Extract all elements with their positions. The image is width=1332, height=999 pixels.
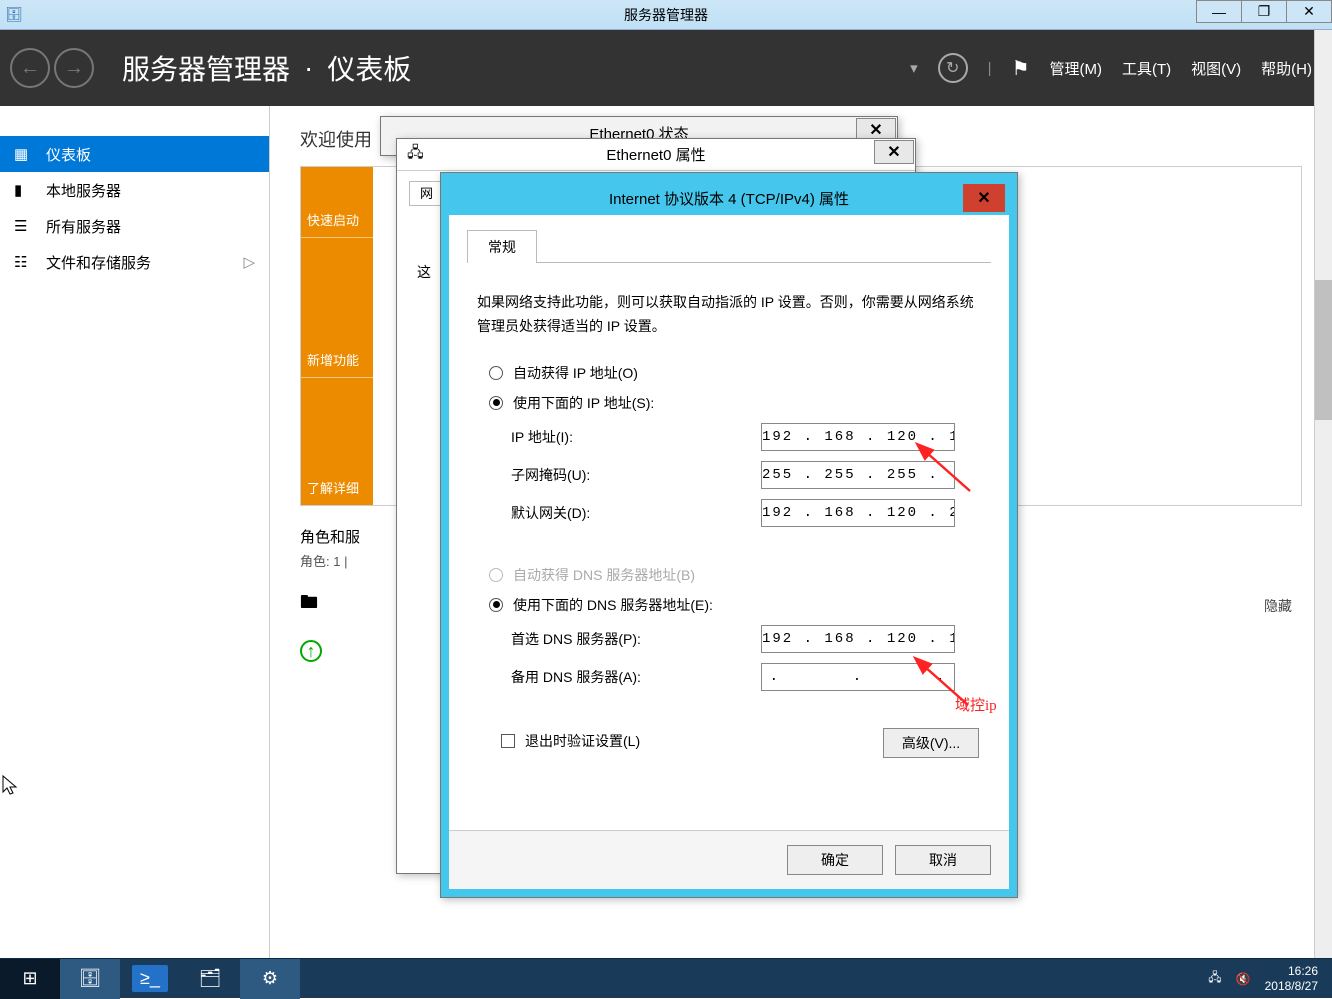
breadcrumb-separator: · [304, 52, 313, 84]
header-actions: ▾ ↻ | ⚑ 管理(M) 工具(T) 视图(V) 帮助(H) [910, 53, 1332, 83]
dashboard-icon: ▦ [14, 145, 34, 163]
nav-back-icon[interactable]: ← [10, 48, 50, 88]
close-icon[interactable]: ✕ [963, 184, 1005, 212]
subnet-mask-input[interactable] [761, 461, 955, 489]
sidebar: ▦ 仪表板 ▮ 本地服务器 ☰ 所有服务器 ☷ 文件和存储服务 ▷ [0, 106, 270, 958]
field-dns2: 备用 DNS 服务器(A): [511, 663, 991, 691]
dialog-title: 🖧 Ethernet0 属性 ✕ [397, 139, 915, 171]
hide-link[interactable]: 隐藏 [1264, 596, 1292, 616]
ok-button[interactable]: 确定 [787, 845, 883, 875]
menu-view[interactable]: 视图(V) [1191, 58, 1241, 79]
breadcrumb-app: 服务器管理器 [122, 48, 290, 88]
tab-bar: 常规 [467, 229, 991, 263]
app-header: ← → 服务器管理器 · 仪表板 ▾ ↻ | ⚑ 管理(M) 工具(T) 视图(… [0, 30, 1332, 106]
sidebar-item-file-storage[interactable]: ☷ 文件和存储服务 ▷ [0, 244, 269, 280]
close-icon[interactable]: ✕ [874, 140, 914, 164]
breadcrumb: 服务器管理器 · 仪表板 [122, 48, 411, 88]
radio-icon [489, 598, 503, 612]
ip-address-input[interactable] [761, 423, 955, 451]
radio-icon [489, 396, 503, 410]
dialog-title[interactable]: Internet 协议版本 4 (TCP/IPv4) 属性 ✕ [449, 181, 1009, 215]
cancel-button[interactable]: 取消 [895, 845, 991, 875]
radio-dns-auto: 自动获得 DNS 服务器地址(B) [489, 565, 991, 585]
advanced-button[interactable]: 高级(V)... [883, 728, 979, 758]
menu-tools[interactable]: 工具(T) [1122, 58, 1171, 79]
checkbox-icon[interactable] [501, 734, 515, 748]
storage-icon: ☷ [14, 253, 34, 271]
adapter-icon: 🖧 [407, 142, 424, 167]
field-ip: IP 地址(I): [511, 423, 991, 451]
radio-icon [489, 568, 503, 582]
minimize-button[interactable]: — [1196, 0, 1242, 23]
window-title: 服务器管理器 [624, 5, 708, 25]
taskbar: ⊞ 🗄 ≥_ 🗂 ⚙ 🖧 🔇 16:26 2018/8/27 [0, 958, 1332, 998]
tile-quickstart[interactable]: 快速启动 [301, 167, 373, 237]
sidebar-item-all-servers[interactable]: ☰ 所有服务器 [0, 208, 269, 244]
nav-forward-icon[interactable]: → [54, 48, 94, 88]
sidebar-item-local-server[interactable]: ▮ 本地服务器 [0, 172, 269, 208]
system-tray: 🖧 🔇 16:26 2018/8/27 [1208, 964, 1332, 993]
separator-icon: | [988, 60, 992, 77]
dialog-ipv4-properties: Internet 协议版本 4 (TCP/IPv4) 属性 ✕ 常规 如果网络支… [440, 172, 1018, 898]
refresh-icon[interactable]: ↻ [938, 53, 968, 83]
up-arrow-icon: ↑ [300, 640, 322, 662]
tile-new-features[interactable]: 新增功能 [301, 237, 373, 377]
description-text: 如果网络支持此功能，则可以获取自动指派的 IP 设置。否则，你需要从网络系统管理… [477, 291, 981, 339]
tray-sound-icon[interactable]: 🔇 [1236, 972, 1251, 986]
field-dns1: 首选 DNS 服务器(P): [511, 625, 991, 653]
sidebar-item-label: 文件和存储服务 [46, 252, 151, 273]
app-icon: 🗄 [0, 1, 28, 29]
taskbar-explorer[interactable]: 🗂 [180, 959, 240, 999]
taskbar-powershell[interactable]: ≥_ [120, 959, 180, 999]
cursor-icon [1, 774, 21, 798]
menu-manage[interactable]: 管理(M) [1050, 58, 1103, 79]
alt-dns-input[interactable] [761, 663, 955, 691]
field-gateway: 默认网关(D): [511, 499, 991, 527]
dialog-buttons: 确定 取消 [449, 830, 1009, 889]
dialog-body: 常规 如果网络支持此功能，则可以获取自动指派的 IP 设置。否则，你需要从网络系… [449, 215, 1009, 830]
folder-icon: 🖿 [300, 590, 318, 620]
servers-icon: ☰ [14, 217, 34, 235]
field-label: 子网掩码(U): [511, 465, 761, 485]
tray-network-icon[interactable]: 🖧 [1208, 968, 1221, 989]
radio-ip-manual[interactable]: 使用下面的 IP 地址(S): [489, 393, 991, 413]
sidebar-item-label: 所有服务器 [46, 216, 121, 237]
field-mask: 子网掩码(U): [511, 461, 991, 489]
scroll-thumb[interactable] [1315, 280, 1332, 420]
tray-clock[interactable]: 16:26 2018/8/27 [1265, 964, 1318, 993]
quickstart-tile: 快速启动 新增功能 了解详细 [301, 167, 373, 505]
flag-icon[interactable]: ⚑ [1012, 56, 1030, 81]
scrollbar[interactable] [1314, 30, 1332, 958]
dropdown-icon[interactable]: ▾ [910, 59, 918, 77]
sidebar-item-dashboard[interactable]: ▦ 仪表板 [0, 136, 269, 172]
radio-ip-auto[interactable]: 自动获得 IP 地址(O) [489, 363, 991, 383]
primary-dns-input[interactable] [761, 625, 955, 653]
sidebar-item-label: 仪表板 [46, 144, 91, 165]
taskbar-settings[interactable]: ⚙ [240, 959, 300, 999]
chevron-right-icon: ▷ [243, 253, 255, 271]
field-label: 默认网关(D): [511, 503, 761, 523]
tab-general[interactable]: 常规 [467, 230, 537, 263]
annotation-text: 域控ip [955, 694, 997, 715]
start-button[interactable]: ⊞ [0, 959, 60, 999]
field-label: IP 地址(I): [511, 427, 761, 447]
close-button[interactable]: ✕ [1286, 0, 1332, 23]
server-icon: ▮ [14, 181, 34, 199]
tab-network[interactable]: 网 [409, 181, 444, 206]
window-titlebar: 🗄 服务器管理器 — ❐ ✕ [0, 0, 1332, 30]
field-label: 首选 DNS 服务器(P): [511, 629, 761, 649]
maximize-button[interactable]: ❐ [1241, 0, 1287, 23]
field-label: 备用 DNS 服务器(A): [511, 667, 761, 687]
window-controls: — ❐ ✕ [1197, 0, 1332, 23]
breadcrumb-page: 仪表板 [327, 48, 411, 88]
menu-help[interactable]: 帮助(H) [1261, 58, 1312, 79]
radio-icon [489, 366, 503, 380]
tile-learn-more[interactable]: 了解详细 [301, 377, 373, 505]
radio-dns-manual[interactable]: 使用下面的 DNS 服务器地址(E): [489, 595, 991, 615]
sidebar-item-label: 本地服务器 [46, 180, 121, 201]
gateway-input[interactable] [761, 499, 955, 527]
taskbar-server-manager[interactable]: 🗄 [60, 959, 120, 999]
